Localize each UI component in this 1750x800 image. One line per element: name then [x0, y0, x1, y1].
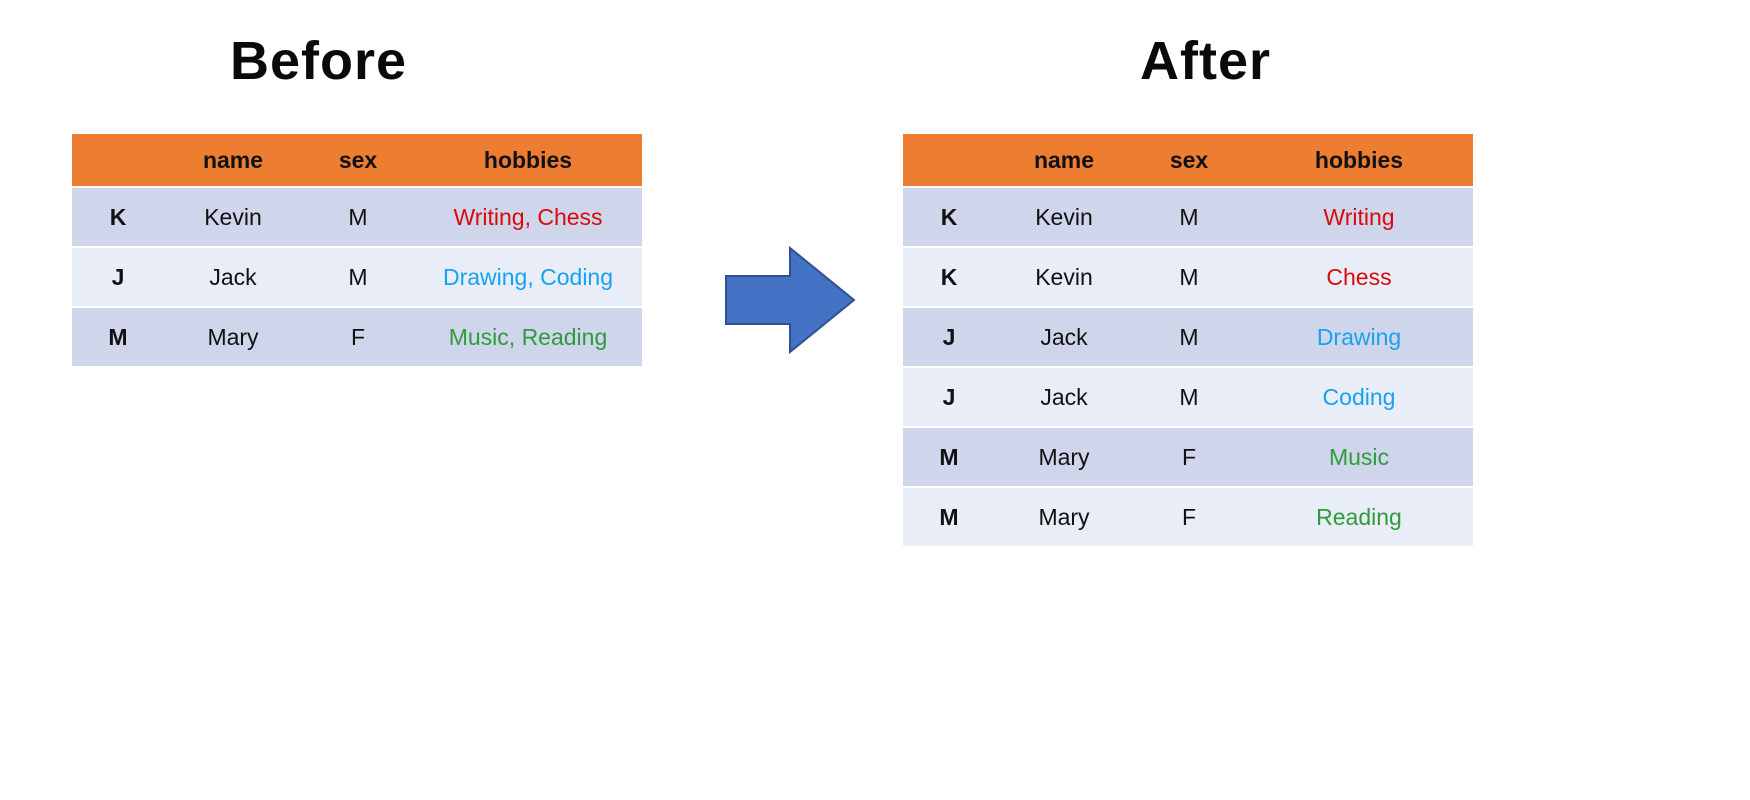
table-row: MMaryFMusic, Reading [72, 307, 642, 366]
header-index [903, 134, 995, 187]
table-header-row: name sex hobbies [903, 134, 1473, 187]
table-row: MMaryFReading [903, 487, 1473, 546]
cell-hobbies: Music, Reading [414, 307, 642, 366]
cell-name: Kevin [995, 187, 1133, 247]
cell-hobbies: Drawing, Coding [414, 247, 642, 307]
row-index: J [903, 307, 995, 367]
cell-name: Mary [164, 307, 302, 366]
cell-hobbies: Reading [1245, 487, 1473, 546]
cell-sex: M [302, 187, 414, 247]
table-row: KKevinMWriting [903, 187, 1473, 247]
row-index: K [903, 247, 995, 307]
row-index: M [903, 427, 995, 487]
before-table: name sex hobbies KKevinMWriting, ChessJJ… [72, 134, 642, 366]
after-table-body: KKevinMWritingKKevinMChessJJackMDrawingJ… [903, 187, 1473, 546]
row-index: J [903, 367, 995, 427]
cell-sex: F [1133, 427, 1245, 487]
cell-hobbies: Coding [1245, 367, 1473, 427]
cell-hobbies: Writing [1245, 187, 1473, 247]
before-table-body: KKevinMWriting, ChessJJackMDrawing, Codi… [72, 187, 642, 366]
header-name: name [995, 134, 1133, 187]
cell-name: Kevin [995, 247, 1133, 307]
arrow-right-icon [720, 230, 860, 370]
after-table: name sex hobbies KKevinMWritingKKevinMCh… [903, 134, 1473, 546]
cell-name: Kevin [164, 187, 302, 247]
cell-sex: M [1133, 247, 1245, 307]
row-index: M [903, 487, 995, 546]
cell-name: Jack [995, 367, 1133, 427]
title-after: After [1140, 30, 1271, 92]
cell-sex: M [302, 247, 414, 307]
cell-sex: F [302, 307, 414, 366]
cell-name: Mary [995, 487, 1133, 546]
cell-hobbies: Chess [1245, 247, 1473, 307]
header-index [72, 134, 164, 187]
cell-sex: M [1133, 307, 1245, 367]
row-index: M [72, 307, 164, 366]
cell-hobbies: Drawing [1245, 307, 1473, 367]
cell-name: Mary [995, 427, 1133, 487]
table-row: JJackMDrawing, Coding [72, 247, 642, 307]
cell-sex: M [1133, 367, 1245, 427]
table-row: MMaryFMusic [903, 427, 1473, 487]
header-hobbies: hobbies [1245, 134, 1473, 187]
row-index: J [72, 247, 164, 307]
row-index: K [72, 187, 164, 247]
table-row: KKevinMWriting, Chess [72, 187, 642, 247]
table-row: JJackMDrawing [903, 307, 1473, 367]
header-hobbies: hobbies [414, 134, 642, 187]
diagram-stage: Before After name sex hobbies KKevinMWri… [0, 0, 1750, 800]
table-header-row: name sex hobbies [72, 134, 642, 187]
title-before: Before [230, 30, 407, 92]
header-sex: sex [1133, 134, 1245, 187]
table-row: JJackMCoding [903, 367, 1473, 427]
table-row: KKevinMChess [903, 247, 1473, 307]
row-index: K [903, 187, 995, 247]
header-sex: sex [302, 134, 414, 187]
cell-name: Jack [164, 247, 302, 307]
cell-hobbies: Writing, Chess [414, 187, 642, 247]
cell-hobbies: Music [1245, 427, 1473, 487]
cell-name: Jack [995, 307, 1133, 367]
header-name: name [164, 134, 302, 187]
cell-sex: F [1133, 487, 1245, 546]
cell-sex: M [1133, 187, 1245, 247]
